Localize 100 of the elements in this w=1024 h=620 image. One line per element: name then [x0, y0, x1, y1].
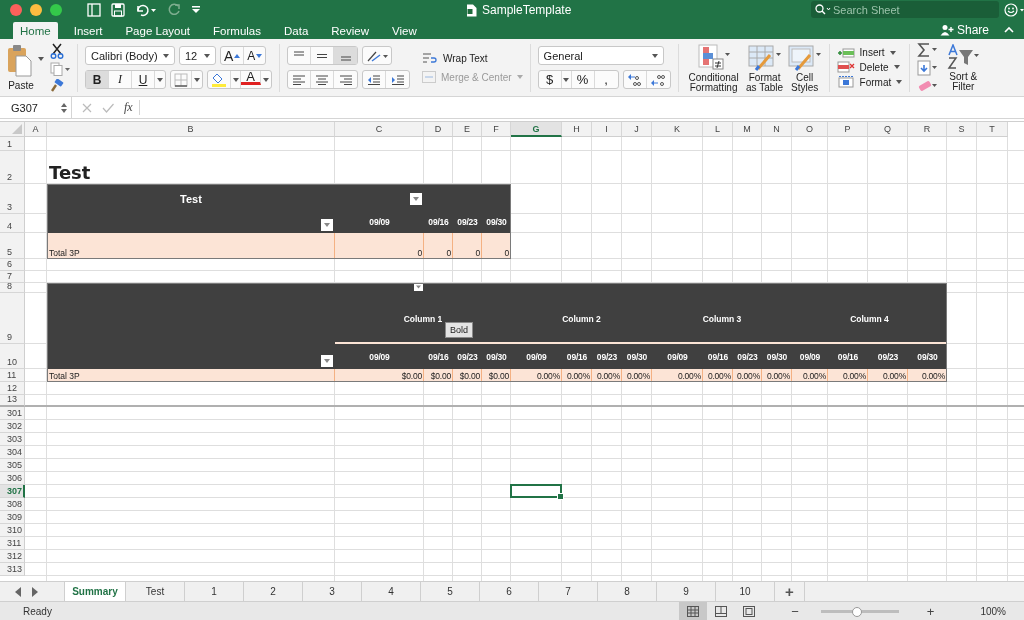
row-header[interactable]: 301 — [0, 407, 25, 420]
collapse-ribbon-icon[interactable] — [1004, 25, 1014, 34]
scroll-left-icon[interactable] — [14, 586, 22, 597]
zoom-window-button[interactable] — [50, 4, 62, 16]
column-header[interactable]: A — [25, 122, 47, 137]
currency-button[interactable]: $ — [538, 71, 562, 88]
ribbon-tab[interactable]: Home — [13, 22, 58, 39]
column-header[interactable]: I — [592, 122, 622, 137]
normal-view-button[interactable] — [679, 602, 708, 620]
row-header[interactable]: 307 — [0, 485, 25, 498]
sheet-tab[interactable]: Summary — [64, 581, 126, 601]
percent-button[interactable]: % — [571, 71, 595, 88]
zoom-out-button[interactable]: − — [791, 604, 799, 619]
column-header[interactable]: L — [703, 122, 733, 137]
borders-button[interactable] — [171, 71, 192, 88]
row-header[interactable]: 7 — [0, 271, 25, 283]
format-cells-button[interactable]: Format — [836, 76, 903, 88]
sheet-tab[interactable]: 2 — [244, 581, 303, 601]
column-header[interactable]: E — [453, 122, 482, 137]
row-header[interactable]: 4 — [0, 214, 25, 233]
sidebar-toggle-icon[interactable] — [87, 3, 101, 17]
column-header[interactable]: G — [511, 122, 562, 137]
row-header[interactable]: 5 — [0, 233, 25, 259]
sheet-tab[interactable]: 10 — [716, 581, 775, 601]
delete-cells-button[interactable]: Delete — [836, 61, 900, 73]
bold-button[interactable]: B — [86, 71, 109, 88]
column-header[interactable]: C — [335, 122, 424, 137]
scroll-right-icon[interactable] — [31, 586, 39, 597]
minimize-window-button[interactable] — [30, 4, 42, 16]
ribbon-tab[interactable]: Review — [324, 22, 376, 39]
row-header[interactable]: 6 — [0, 259, 25, 271]
column-header[interactable]: O — [792, 122, 828, 137]
column-header[interactable]: S — [947, 122, 977, 137]
dropdown-button[interactable] — [231, 71, 241, 88]
sort-filter-button[interactable]: Sort & Filter — [943, 43, 984, 92]
slider-thumb[interactable] — [851, 606, 862, 617]
wrap-text-button[interactable]: Wrap Text — [422, 52, 488, 64]
column-header[interactable]: P — [828, 122, 868, 137]
row-header[interactable]: 312 — [0, 550, 25, 563]
row-header[interactable]: 2 — [0, 151, 25, 184]
ribbon-tab[interactable]: Insert — [66, 22, 110, 39]
row-header[interactable]: 309 — [0, 511, 25, 524]
sheet-tab[interactable]: 9 — [657, 581, 716, 601]
format-painter-icon[interactable] — [50, 78, 64, 93]
row-header[interactable]: 303 — [0, 433, 25, 446]
decrease-font-size-button[interactable]: A — [244, 47, 266, 64]
row-header[interactable]: 10 — [0, 344, 25, 369]
row-header[interactable]: 3 — [0, 184, 25, 214]
ribbon-tab[interactable]: Formulas — [206, 22, 268, 39]
font-dropdown[interactable]: Calibri (Body) — [85, 46, 175, 65]
column-header[interactable]: T — [977, 122, 1008, 137]
row-header[interactable]: 1 — [0, 137, 25, 151]
sheet-tab[interactable]: 8 — [598, 581, 657, 601]
row-header[interactable]: 13 — [0, 395, 25, 407]
selected-cell[interactable] — [510, 484, 562, 498]
column-header[interactable]: Q — [868, 122, 908, 137]
increase-font-size-button[interactable]: A — [221, 47, 245, 64]
save-icon[interactable] — [111, 3, 125, 17]
ribbon-tab[interactable]: Page Layout — [118, 22, 198, 39]
conditional-formatting-button[interactable]: Conditional Formatting — [685, 42, 742, 93]
search-field[interactable]: Search Sheet — [811, 1, 999, 18]
share-button[interactable]: Share — [939, 22, 989, 37]
ribbon-tab[interactable]: View — [385, 22, 424, 39]
sheet-tab[interactable]: 7 — [539, 581, 598, 601]
cell-styles-button[interactable]: Cell Styles — [787, 42, 822, 93]
font-size-dropdown[interactable]: 12 — [179, 46, 216, 65]
filter-dropdown-icon[interactable] — [410, 193, 422, 205]
column-header[interactable]: N — [762, 122, 792, 137]
insert-function-button[interactable]: fx — [124, 100, 140, 115]
cut-icon[interactable] — [50, 42, 64, 59]
dropdown-button[interactable] — [561, 71, 572, 88]
italic-button[interactable]: I — [109, 71, 132, 88]
row-header[interactable]: 311 — [0, 537, 25, 550]
sheet-tab[interactable]: 3 — [303, 581, 362, 601]
column-header[interactable]: D — [424, 122, 453, 137]
sheet-tab[interactable]: 5 — [421, 581, 480, 601]
number-format-dropdown[interactable]: General — [537, 46, 664, 65]
comma-style-button[interactable]: , — [594, 71, 618, 88]
column-header[interactable]: J — [622, 122, 652, 137]
filter-dropdown-icon[interactable] — [321, 219, 333, 231]
row-header[interactable]: 11 — [0, 369, 25, 382]
row-header[interactable]: 302 — [0, 420, 25, 433]
row-header[interactable]: 310 — [0, 524, 25, 537]
column-header[interactable]: R — [908, 122, 947, 137]
sheet-tab[interactable]: 1 — [185, 581, 244, 601]
column-header[interactable]: K — [652, 122, 703, 137]
column-header[interactable]: B — [47, 122, 335, 137]
zoom-in-button[interactable]: + — [926, 604, 935, 619]
sheet-tab[interactable]: 6 — [480, 581, 539, 601]
format-as-table-button[interactable]: Format as Table — [743, 42, 786, 93]
name-box[interactable]: G307 — [0, 97, 72, 118]
row-header[interactable]: 308 — [0, 498, 25, 511]
autosum-icon[interactable] — [917, 41, 940, 58]
feedback-smiley-icon[interactable] — [1004, 3, 1024, 17]
sheet-tab[interactable]: Test — [126, 581, 185, 601]
column-header[interactable]: H — [562, 122, 592, 137]
customize-toolbar-icon[interactable] — [191, 5, 201, 15]
row-header[interactable]: 306 — [0, 472, 25, 485]
sheet-tab[interactable]: 4 — [362, 581, 421, 601]
column-header[interactable]: F — [482, 122, 511, 137]
